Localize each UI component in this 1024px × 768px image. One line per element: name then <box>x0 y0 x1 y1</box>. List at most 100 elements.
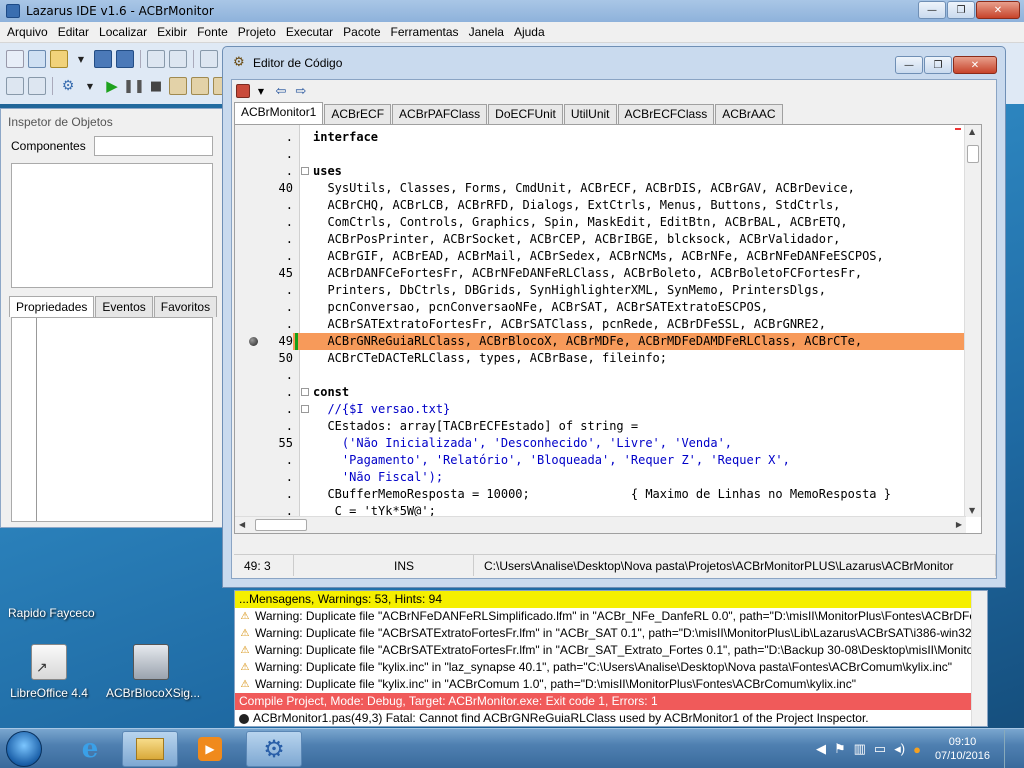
minimize-button[interactable]: — <box>918 1 946 19</box>
tab-acbrmonitor1[interactable]: ACBrMonitor1 <box>234 102 324 124</box>
new-unit-icon[interactable] <box>6 50 24 68</box>
stop-icon[interactable]: ■ <box>147 77 165 95</box>
build-dropdown-icon[interactable]: ▼ <box>81 77 99 95</box>
code-line: 40 SysUtils, Classes, Forms, CmdUnit, AC… <box>235 180 965 197</box>
main-title-bar: Lazarus IDE v1.6 - ACBrMonitor — ❐ ✕ <box>0 0 1024 22</box>
code-line: . uses <box>235 163 965 180</box>
start-button[interactable] <box>6 731 42 767</box>
flag-icon[interactable]: ⚑ <box>834 741 846 757</box>
tab-acbrpafclass[interactable]: ACBrPAFClass <box>392 104 488 124</box>
message-line[interactable]: ⚠ Warning: Duplicate file "ACBrNFeDANFeRL… <box>235 608 987 625</box>
editor-close-button[interactable]: ✕ <box>953 56 997 74</box>
build-mode-icon[interactable]: ⚙ <box>59 77 77 95</box>
scroll-left-icon[interactable]: ◀ <box>239 520 245 529</box>
fold-toggle-icon[interactable] <box>301 405 309 413</box>
taskbar-lazarus[interactable]: ⚙ <box>246 731 302 767</box>
line-number: 55 <box>278 436 293 450</box>
bookmark-dropdown-icon[interactable]: ▼ <box>252 82 270 100</box>
fold-toggle-icon[interactable] <box>301 388 309 396</box>
menu-pacote[interactable]: Pacote <box>338 25 385 39</box>
tab-acbrecfclass[interactable]: ACBrECFClass <box>617 104 715 124</box>
desktop-icon-libreoffice[interactable]: ↗ LibreOffice 4.4 <box>4 644 94 700</box>
code-text: ACBrDANFCeFortesFr, ACBrNFeDANFeRLClass,… <box>313 266 863 280</box>
code-editor[interactable]: . interface.. uses 40 SysUtils, Classes, Fo… <box>234 124 982 534</box>
line-number: . <box>285 147 293 161</box>
clock[interactable]: 09:10 07/10/2016 <box>935 735 990 763</box>
taskbar-media-player[interactable]: ▶ <box>182 731 238 767</box>
show-desktop-button[interactable] <box>1004 730 1016 768</box>
components-filter-input[interactable] <box>93 136 213 156</box>
jump-back-icon[interactable]: ⇦ <box>272 82 290 100</box>
tab-eventos[interactable]: Eventos <box>95 296 153 317</box>
menu-fonte[interactable]: Fonte <box>192 25 233 39</box>
menu-arquivo[interactable]: Arquivo <box>2 25 53 39</box>
menu-projeto[interactable]: Projeto <box>233 25 281 39</box>
tab-favoritos[interactable]: Favoritos <box>153 296 218 317</box>
menu-localizar[interactable]: Localizar <box>94 25 152 39</box>
warning-icon: ⚠ <box>240 628 250 639</box>
message-line[interactable]: ⚠ Warning: Duplicate file "ACBrSATExtrato… <box>235 642 987 659</box>
step-over-icon[interactable] <box>191 77 209 95</box>
avast-icon[interactable]: ● <box>913 742 921 757</box>
jump-forward-icon[interactable]: ⇨ <box>292 82 310 100</box>
scrollbar-thumb[interactable] <box>967 145 979 163</box>
taskbar-internet-explorer[interactable]: e <box>62 731 118 767</box>
components-tree[interactable] <box>11 163 213 288</box>
menu-executar[interactable]: Executar <box>281 25 338 39</box>
message-line[interactable]: ⚠ Warning: Duplicate file "kylix.inc" in … <box>235 659 987 676</box>
tab-propriedades[interactable]: Propriedades <box>9 296 95 317</box>
horizontal-scrollbar[interactable]: ◀ ▶ <box>235 516 966 533</box>
main-toolbar-top: ▼ ▼ <box>0 45 240 73</box>
close-button[interactable]: ✕ <box>976 1 1020 19</box>
desktop-icon-label: ACBrBlocoXSig... <box>106 686 201 700</box>
run-icon[interactable]: ▶ <box>103 77 121 95</box>
editor-minimize-button[interactable]: — <box>895 56 923 74</box>
network-icon[interactable]: ▥ <box>854 741 866 757</box>
volume-icon[interactable]: ◂) <box>894 741 905 757</box>
menu-exibir[interactable]: Exibir <box>152 25 192 39</box>
menu-ferramentas[interactable]: Ferramentas <box>386 25 464 39</box>
save-icon[interactable] <box>94 50 112 68</box>
message-line[interactable]: ACBrMonitor1.pas(49,3) Fatal: Cannot fin… <box>235 710 987 726</box>
open-file-icon[interactable] <box>50 50 68 68</box>
restore-button[interactable]: ❐ <box>947 1 975 19</box>
tab-utilunit[interactable]: UtilUnit <box>563 104 617 124</box>
goto-bookmark-icon[interactable] <box>236 84 250 98</box>
fold-toggle-icon[interactable] <box>301 167 309 175</box>
vertical-scrollbar[interactable]: ▲ ▼ <box>964 125 981 517</box>
tab-acbraac[interactable]: ACBrAAC <box>715 104 783 124</box>
message-line[interactable]: ⚠ Warning: Duplicate file "kylix.inc" in … <box>235 676 987 693</box>
view-forms-icon[interactable] <box>169 50 187 68</box>
desktop-partial-label: Rapido Fayceco <box>8 606 95 620</box>
step-into-icon[interactable] <box>169 77 187 95</box>
menu-ajuda[interactable]: Ajuda <box>509 25 550 39</box>
toggle-form-icon[interactable] <box>6 77 24 95</box>
monitor-icon[interactable]: ▭ <box>874 741 886 757</box>
scroll-down-icon[interactable]: ▼ <box>969 506 975 515</box>
message-line[interactable]: Compile Project, Mode: Debug, Target: AC… <box>235 693 987 710</box>
view-toggle-icon[interactable] <box>28 77 46 95</box>
error-line-icon <box>249 337 258 346</box>
view-units-icon[interactable] <box>147 50 165 68</box>
menu-janela[interactable]: Janela <box>464 25 509 39</box>
show-hidden-icons-icon[interactable]: ◀ <box>816 741 826 757</box>
toolbar-separator <box>193 50 194 68</box>
menu-editar[interactable]: Editar <box>53 25 94 39</box>
options-icon[interactable] <box>200 50 218 68</box>
property-grid[interactable] <box>11 317 213 522</box>
tab-doecfunit[interactable]: DoECFUnit <box>488 104 563 124</box>
scroll-up-icon[interactable]: ▲ <box>969 127 975 136</box>
message-line[interactable]: ⚠ Warning: Duplicate file "ACBrSATExtrato… <box>235 625 987 642</box>
tab-acbrecf[interactable]: ACBrECF <box>324 104 392 124</box>
new-form-icon[interactable] <box>28 50 46 68</box>
open-dropdown-icon[interactable]: ▼ <box>72 50 90 68</box>
code-line: 55 ('Não Inicializada', 'Desconhecido', … <box>235 435 965 452</box>
messages-scrollbar[interactable] <box>971 591 987 726</box>
save-all-icon[interactable] <box>116 50 134 68</box>
scroll-right-icon[interactable]: ▶ <box>956 520 962 529</box>
editor-restore-button[interactable]: ❐ <box>924 56 952 74</box>
taskbar-file-explorer[interactable] <box>122 731 178 767</box>
desktop-icon-acbrblocox[interactable]: ACBrBlocoXSig... <box>106 644 200 700</box>
scrollbar-thumb[interactable] <box>255 519 307 531</box>
pause-icon[interactable]: ❚❚ <box>123 77 145 95</box>
